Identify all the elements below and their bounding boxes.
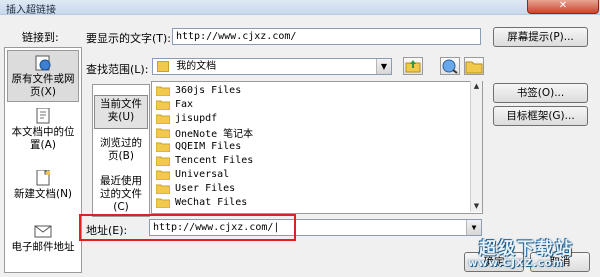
folder-icon bbox=[155, 170, 171, 180]
address-highlight-box bbox=[79, 214, 296, 241]
window-title: 插入超链接 bbox=[6, 5, 56, 16]
folder-icon bbox=[155, 114, 171, 124]
folder-icon bbox=[157, 60, 169, 72]
link-to-new-document[interactable]: 新建文档(N) bbox=[7, 168, 79, 210]
folder-icon bbox=[155, 128, 171, 138]
chevron-down-icon[interactable]: ▼ bbox=[376, 59, 391, 74]
link-to-label: 链接到: bbox=[22, 31, 59, 44]
link-to-email[interactable]: 电子邮件地址 bbox=[7, 223, 79, 263]
folder-icon bbox=[155, 100, 171, 110]
look-in-label: 查找范围(L): bbox=[86, 63, 149, 76]
link-to-place-in-document[interactable]: 本文档中的位 置(A) bbox=[7, 107, 79, 158]
close-button[interactable]: ✕ bbox=[527, 0, 599, 14]
text-to-display-input[interactable]: http://www.cjxz.com/ bbox=[172, 28, 481, 45]
file-list-scrollbar[interactable]: ▲ ▼ bbox=[470, 81, 482, 212]
email-icon bbox=[33, 223, 53, 239]
folder-icon bbox=[155, 184, 171, 194]
list-item[interactable]: OneNote 笔记本 bbox=[155, 126, 253, 140]
file-list[interactable]: 360js Files Fax jisupdf OneNote 笔记本 QQEI… bbox=[151, 81, 483, 214]
list-item[interactable]: jisupdf bbox=[155, 112, 217, 125]
chevron-down-icon[interactable]: ▼ bbox=[466, 220, 481, 235]
folder-icon bbox=[155, 198, 171, 208]
new-document-icon bbox=[33, 168, 53, 186]
link-to-panel: 原有文件或网 页(X) 本文档中的位 置(A) 新建文档(N) 电子邮件地址 bbox=[4, 47, 82, 273]
list-item[interactable]: 360js Files bbox=[155, 84, 241, 97]
link-to-existing-file[interactable]: 原有文件或网 页(X) bbox=[7, 50, 79, 102]
list-item[interactable]: Tencent Files bbox=[155, 154, 253, 167]
target-frame-button[interactable]: 目标框架(G)... bbox=[493, 106, 588, 126]
scroll-up-icon[interactable]: ▲ bbox=[471, 81, 482, 92]
look-in-combo[interactable]: 我的文档 ▼ bbox=[152, 58, 392, 75]
web-page-icon bbox=[33, 55, 53, 71]
place-recent-files[interactable]: 最近使用 过的文件 (C) bbox=[94, 175, 148, 215]
list-item[interactable]: Universal bbox=[155, 168, 229, 181]
site-watermark: 超级下载站 bbox=[479, 239, 574, 259]
bookmark-button[interactable]: 书签(O)... bbox=[493, 83, 588, 103]
browse-file-button[interactable] bbox=[464, 57, 484, 75]
site-watermark-url: www.CJXZ.com bbox=[468, 258, 564, 269]
list-item[interactable]: QQEIM Files bbox=[155, 140, 241, 153]
list-item[interactable]: User Files bbox=[155, 182, 235, 195]
list-item[interactable]: Fax bbox=[155, 98, 193, 111]
browse-web-button[interactable] bbox=[440, 57, 460, 75]
folder-icon bbox=[155, 156, 171, 166]
title-bar: 插入超链接 ✕ bbox=[0, 0, 600, 16]
folder-icon bbox=[155, 142, 171, 152]
place-current-folder[interactable]: 当前文件 夹(U) bbox=[94, 95, 148, 129]
folder-icon bbox=[155, 86, 171, 96]
text-to-display-label: 要显示的文字(T): bbox=[86, 32, 172, 45]
close-icon: ✕ bbox=[558, 0, 568, 11]
places-bar: 当前文件 夹(U) 浏览过的 页(B) 最近使用 过的文件 (C) bbox=[92, 84, 150, 217]
document-place-icon bbox=[33, 107, 53, 124]
scroll-down-icon[interactable]: ▼ bbox=[471, 201, 482, 212]
place-browsed-pages[interactable]: 浏览过的 页(B) bbox=[94, 137, 148, 171]
list-item[interactable]: WeChat Files bbox=[155, 196, 247, 209]
up-folder-button[interactable] bbox=[403, 57, 423, 75]
screen-tip-button[interactable]: 屏幕提示(P)... bbox=[493, 27, 588, 47]
